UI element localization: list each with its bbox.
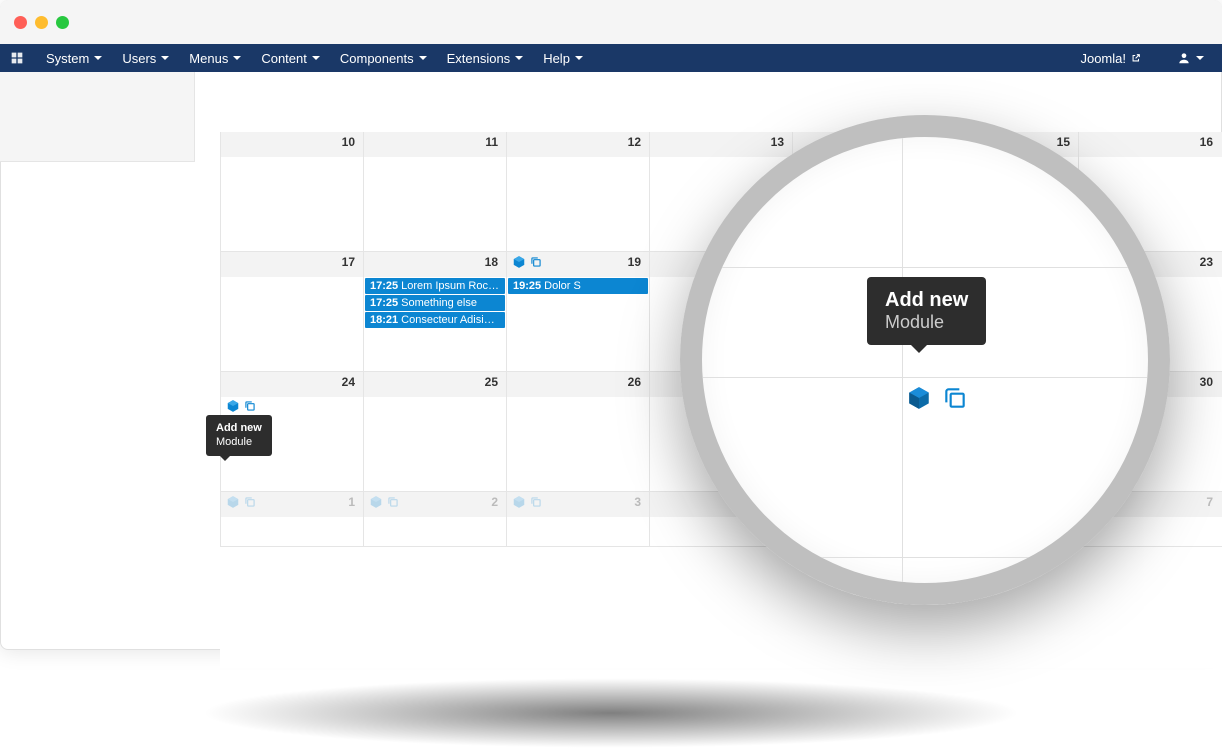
- window-titlebar: [0, 0, 1222, 44]
- site-link[interactable]: Joomla!: [1070, 45, 1151, 72]
- joomla-logo-icon[interactable]: [8, 49, 26, 67]
- calendar-date: 1: [348, 495, 355, 509]
- calendar-day-cell[interactable]: 19:25Dolor S: [506, 277, 649, 371]
- calendar-event[interactable]: 17:25Something else: [365, 295, 505, 311]
- user-menu[interactable]: [1167, 45, 1214, 71]
- calendar-day-cell[interactable]: [506, 157, 649, 251]
- module-cube-icon[interactable]: [512, 495, 526, 509]
- shadow-decoration: [200, 678, 1022, 748]
- calendar-date: 23: [1200, 255, 1213, 269]
- calendar-date: 24: [342, 375, 355, 389]
- magnified-tooltip: Add new Module: [867, 277, 986, 345]
- tooltip-subtitle: Module: [216, 436, 252, 448]
- copy-icon[interactable]: [529, 495, 543, 509]
- magnifier-lens: Add new Module: [680, 115, 1170, 605]
- copy-icon[interactable]: [386, 495, 400, 509]
- calendar-day-cell[interactable]: [220, 157, 363, 251]
- tooltip-title: Add new: [216, 421, 262, 435]
- mag-tooltip-subtitle: Module: [885, 312, 944, 332]
- calendar-event[interactable]: 18:21Consecteur Adisiping: [365, 312, 505, 328]
- nav-content[interactable]: Content: [251, 45, 330, 72]
- chevron-down-icon: [575, 56, 583, 60]
- calendar-header-cell: 17: [220, 252, 363, 277]
- nav-system[interactable]: System: [36, 45, 112, 72]
- calendar-header-cell: 10: [220, 132, 363, 157]
- calendar-header-cell: 12: [506, 132, 649, 157]
- calendar-date: 18: [485, 255, 498, 269]
- calendar-header-cell: 26: [506, 372, 649, 397]
- nav-help[interactable]: Help: [533, 45, 593, 72]
- chevron-down-icon: [312, 56, 320, 60]
- calendar-date: 7: [1206, 495, 1213, 509]
- module-cube-icon[interactable]: [226, 399, 240, 413]
- chevron-down-icon: [515, 56, 523, 60]
- calendar-day-cell[interactable]: 17:25Lorem Ipsum Rocks!17:25Something el…: [363, 277, 506, 371]
- calendar-day-cell[interactable]: [220, 277, 363, 371]
- sidebar: [0, 72, 195, 162]
- mag-tooltip-title: Add new: [885, 289, 968, 312]
- nav-components[interactable]: Components: [330, 45, 437, 72]
- copy-icon[interactable]: [243, 495, 257, 509]
- calendar-date: 10: [342, 135, 355, 149]
- chevron-down-icon: [94, 56, 102, 60]
- calendar-header-cell: 24: [220, 372, 363, 397]
- calendar-event[interactable]: 17:25Lorem Ipsum Rocks!: [365, 278, 505, 294]
- close-dot[interactable]: [14, 16, 27, 29]
- nav-extensions[interactable]: Extensions: [437, 45, 534, 72]
- module-cube-icon[interactable]: [906, 385, 932, 411]
- calendar-date: 16: [1200, 135, 1213, 149]
- nav-menus[interactable]: Menus: [179, 45, 251, 72]
- copy-icon[interactable]: [942, 385, 968, 411]
- module-cube-icon[interactable]: [226, 495, 240, 509]
- calendar-day-cell[interactable]: [506, 397, 649, 491]
- nav-users[interactable]: Users: [112, 45, 179, 72]
- maximize-dot[interactable]: [56, 16, 69, 29]
- minimize-dot[interactable]: [35, 16, 48, 29]
- chevron-down-icon: [419, 56, 427, 60]
- copy-icon[interactable]: [243, 399, 257, 413]
- external-link-icon: [1131, 53, 1141, 63]
- calendar-date: 19: [628, 255, 641, 269]
- module-cube-icon[interactable]: [512, 255, 526, 269]
- calendar-date: 30: [1200, 375, 1213, 389]
- calendar-date: 17: [342, 255, 355, 269]
- site-name: Joomla!: [1080, 51, 1126, 66]
- calendar-date: 26: [628, 375, 641, 389]
- calendar-header-cell: 25: [363, 372, 506, 397]
- calendar-day-cell[interactable]: [363, 397, 506, 491]
- calendar-day-cell[interactable]: [363, 517, 506, 546]
- add-new-tooltip: Add new Module: [206, 415, 272, 456]
- admin-navbar: SystemUsersMenusContentComponentsExtensi…: [0, 44, 1222, 72]
- user-icon: [1177, 51, 1191, 65]
- calendar-day-cell[interactable]: [506, 517, 649, 546]
- calendar-date: 11: [485, 135, 498, 149]
- calendar-date: 3: [634, 495, 641, 509]
- chevron-down-icon: [233, 56, 241, 60]
- copy-icon[interactable]: [529, 255, 543, 269]
- calendar-day-cell[interactable]: [363, 157, 506, 251]
- chevron-down-icon: [1196, 56, 1204, 60]
- calendar-event[interactable]: 19:25Dolor S: [508, 278, 648, 294]
- module-cube-icon[interactable]: [369, 495, 383, 509]
- chevron-down-icon: [161, 56, 169, 60]
- calendar-header-cell: 11: [363, 132, 506, 157]
- calendar-date: 25: [485, 375, 498, 389]
- calendar-date: 2: [491, 495, 498, 509]
- calendar-header-cell: 18: [363, 252, 506, 277]
- calendar-day-cell[interactable]: [220, 517, 363, 546]
- calendar-date: 12: [628, 135, 641, 149]
